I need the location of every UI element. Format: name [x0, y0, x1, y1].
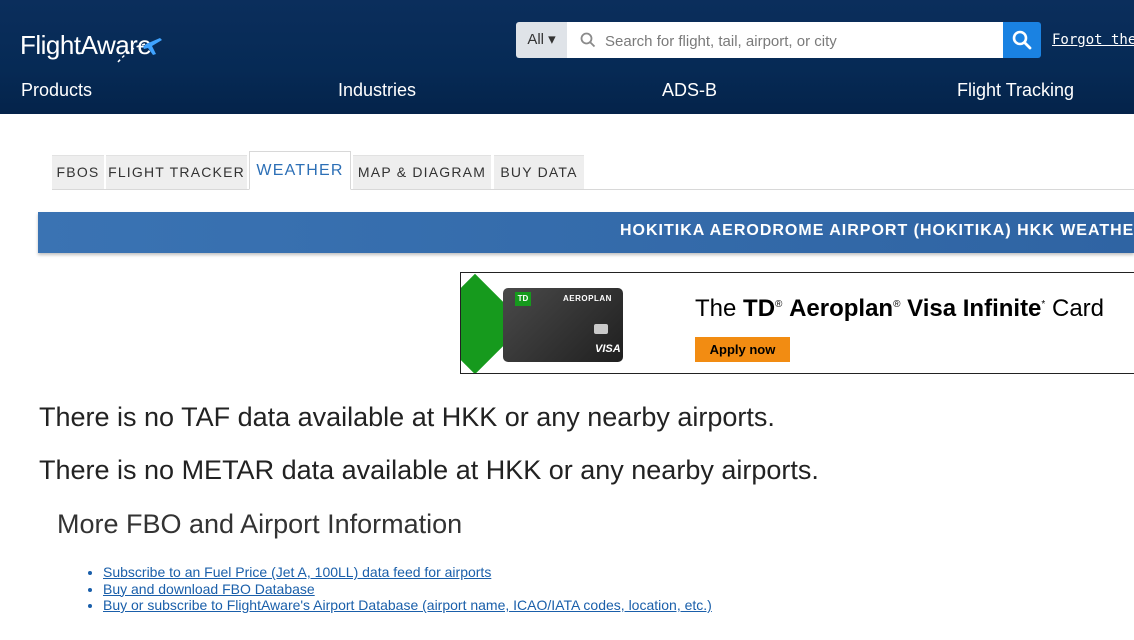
tab-weather[interactable]: WEATHER	[249, 151, 351, 190]
nav-products[interactable]: Products	[21, 80, 92, 101]
reg-mark: ®	[775, 299, 783, 310]
search-input[interactable]	[603, 22, 997, 60]
ad-headline-td: TD	[743, 295, 776, 322]
ad-headline-aeroplan: Aeroplan	[789, 295, 894, 322]
visa-logo: VISA	[595, 343, 621, 355]
tab-flight-tracker[interactable]: FLIGHT TRACKER	[106, 155, 247, 189]
banner-title: HOKITIKA AERODROME AIRPORT (HOKITIKA) HK…	[620, 222, 1134, 239]
search-button[interactable]	[1003, 22, 1041, 58]
list-item: Buy and download FBO Database	[103, 581, 712, 598]
fbo-database-link[interactable]: Buy and download FBO Database	[103, 581, 315, 597]
forgot-link[interactable]: Forgot the f	[1052, 32, 1134, 48]
weather-banner: HOKITIKA AERODROME AIRPORT (HOKITIKA) HK…	[38, 212, 1134, 253]
ad-headline-prefix: The	[695, 295, 744, 322]
nav-industries[interactable]: Industries	[338, 80, 416, 101]
more-info-links: Subscribe to an Fuel Price (Jet A, 100LL…	[86, 564, 712, 614]
ad-headline-visa: Visa Infinite	[907, 295, 1042, 322]
search-scope-dropdown[interactable]: All ▾	[516, 22, 567, 58]
tab-map-diagram[interactable]: MAP & DIAGRAM	[353, 155, 491, 189]
tab-buy-data[interactable]: BUY DATA	[494, 155, 584, 189]
plane-icon	[117, 38, 162, 63]
td-logo: TD	[515, 292, 531, 306]
magnifier-icon	[1012, 30, 1032, 50]
search-icon	[580, 32, 596, 48]
search-box	[567, 22, 1003, 60]
list-item: Buy or subscribe to FlightAware's Airpor…	[103, 597, 712, 614]
list-item: Subscribe to an Fuel Price (Jet A, 100LL…	[103, 564, 712, 581]
tab-fbos[interactable]: FBOS	[52, 155, 104, 189]
tabs-divider	[52, 189, 1134, 190]
credit-card-image: TD AEROPLAN VISA	[503, 288, 623, 362]
more-info-heading: More FBO and Airport Information	[57, 509, 463, 539]
site-header: FlightAware All ▾ Forgot the f Products …	[0, 0, 1134, 114]
advertisement[interactable]: TD AEROPLAN VISA The TD® Aeroplan® Visa …	[460, 272, 1134, 374]
aeroplan-logo: AEROPLAN	[563, 294, 612, 303]
search-bar: All ▾	[516, 22, 1041, 60]
star-mark: *	[1041, 299, 1046, 310]
ad-headline-suffix: Card	[1051, 295, 1105, 322]
nav-flight-tracking[interactable]: Flight Tracking	[957, 80, 1074, 101]
airport-database-link[interactable]: Buy or subscribe to FlightAware's Airpor…	[103, 597, 712, 613]
taf-message: There is no TAF data available at HKK or…	[39, 402, 775, 432]
flightaware-logo[interactable]: FlightAware	[20, 30, 162, 63]
apply-now-button[interactable]: Apply now	[695, 337, 790, 362]
ad-headline: The TD® Aeroplan® Visa Infinite* Card	[695, 295, 1104, 323]
nav-ads-b[interactable]: ADS-B	[662, 80, 717, 101]
metar-message: There is no METAR data available at HKK …	[39, 455, 819, 485]
card-chip-icon	[594, 324, 608, 334]
reg-mark: ®	[893, 299, 901, 310]
fuel-price-feed-link[interactable]: Subscribe to an Fuel Price (Jet A, 100LL…	[103, 564, 491, 580]
